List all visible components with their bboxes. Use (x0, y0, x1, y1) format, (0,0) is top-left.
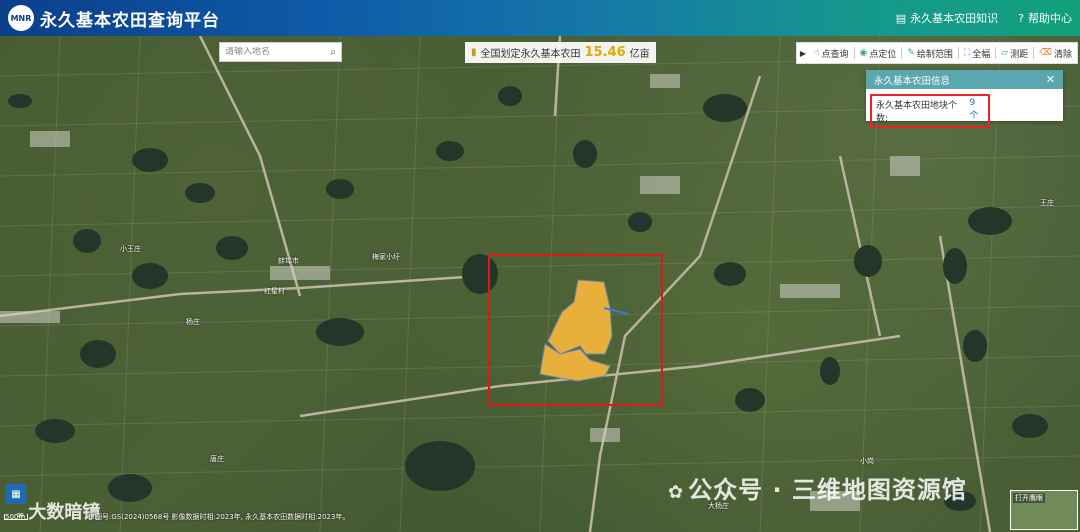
knowledge-link[interactable]: ▤ 永久基本农田知识 (896, 10, 998, 26)
layers-icon: ▦ (11, 488, 21, 500)
tool-label: 绘制范围 (916, 49, 953, 60)
pointer-icon: ☝ (814, 48, 820, 58)
location-icon: ◉ (859, 48, 868, 58)
parcel-count-label: 永久基本农田地块个数: (876, 101, 958, 124)
overview-map[interactable]: 打开鹰眼 (1010, 490, 1078, 530)
place-label: 王庄 (1040, 199, 1054, 207)
place-search: ⌕ (219, 42, 342, 62)
place-label: 小岗 (860, 457, 874, 465)
overview-label: 打开鹰眼 (1013, 493, 1045, 503)
place-label: 小王庄 (120, 245, 141, 253)
stat-unit: 亿亩 (629, 49, 650, 60)
help-link[interactable]: ? 帮助中心 (1018, 10, 1072, 26)
book-icon: ▤ (895, 11, 907, 25)
copyright-text: 审图号:GS(2024)0568号 影像数据时相:2023年, 永久基本农田数据… (88, 513, 350, 521)
help-icon: ? (1018, 11, 1024, 25)
knowledge-link-label: 永久基本农田知识 (910, 12, 999, 25)
wechat-icon: ✿ (668, 482, 685, 503)
tool-label: 点定位 (869, 49, 897, 60)
close-icon[interactable]: ✕ (1046, 73, 1055, 86)
place-label: 唐庄 (210, 455, 224, 463)
info-panel-body: 永久基本农田地块个数: 9个 (866, 89, 1063, 133)
field-icon: ▮ (471, 47, 477, 58)
full-extent-button[interactable]: ⛶ 全幅 (959, 43, 995, 63)
drawn-query-rectangle (488, 254, 663, 406)
info-panel-header: 永久基本农田信息 ✕ (866, 70, 1063, 89)
place-label: 蚌埠市 (278, 257, 299, 265)
place-label: 杨庄 (186, 318, 200, 326)
search-icon[interactable]: ⌕ (330, 47, 336, 58)
map-toolbar: ▶ ☝ 点查询 ◉ 点定位 ✎ 绘制范围 ⛶ 全幅 ▱ 测距 ⌫ 清除 (796, 42, 1078, 64)
info-panel-title: 永久基本农田信息 (874, 75, 951, 87)
clear-icon: ⌫ (1039, 48, 1052, 58)
place-label: 梅家小圩 (372, 253, 400, 261)
tool-label: 全幅 (972, 49, 991, 60)
search-input[interactable] (225, 47, 320, 57)
stat-label: 全国划定永久基本农田 (480, 49, 581, 60)
toolbar-toggle-icon[interactable]: ▶ (797, 49, 809, 58)
watermark-right-text: 公众号 · 三维地图资源馆 (688, 476, 967, 504)
ruler-icon: ▱ (1001, 48, 1009, 58)
layer-switch-button[interactable]: ▦ (6, 484, 26, 504)
stat-banner: ▮ 全国划定永久基本农田 15.46 亿亩 (465, 42, 656, 63)
tool-label: 清除 (1053, 49, 1072, 60)
parcel-count-value[interactable]: 9个 (970, 98, 984, 124)
satellite-map[interactable]: 小王庄 梅家小圩 蚌埠市 红星村 杨庄 唐庄 小岗 大杨庄 王庄 ⌕ ▮ 全国划… (0, 36, 1080, 532)
app-title: 永久基本农田查询平台 (40, 10, 220, 31)
place-label: 红星村 (264, 287, 285, 295)
point-query-button[interactable]: ☝ 点查询 (809, 43, 854, 63)
point-locate-button[interactable]: ◉ 点定位 (855, 43, 902, 63)
measure-button[interactable]: ▱ 测距 (996, 43, 1033, 63)
parcel-count-row: 永久基本农田地块个数: 9个 (870, 94, 990, 128)
draw-icon: ✎ (907, 48, 915, 58)
draw-range-button[interactable]: ✎ 绘制范围 (902, 43, 958, 63)
tool-label: 点查询 (821, 49, 849, 60)
farmland-info-panel: 永久基本农田信息 ✕ 永久基本农田地块个数: 9个 (866, 70, 1063, 128)
header-links: ▤ 永久基本农田知识 ? 帮助中心 (896, 10, 1072, 26)
scale-bar: 500m (4, 514, 28, 521)
app-header: MNR 永久基本农田查询平台 ▤ 永久基本农田知识 ? 帮助中心 (0, 0, 1080, 36)
tool-label: 测距 (1010, 49, 1029, 60)
fullscreen-icon: ⛶ (963, 48, 971, 58)
stat-value: 15.46 (584, 45, 626, 60)
help-link-label: 帮助中心 (1028, 12, 1072, 25)
clear-button[interactable]: ⌫ 清除 (1034, 43, 1077, 63)
mnr-logo: MNR (8, 5, 34, 31)
watermark-right: ✿ 公众号 · 三维地图资源馆 (668, 470, 967, 505)
